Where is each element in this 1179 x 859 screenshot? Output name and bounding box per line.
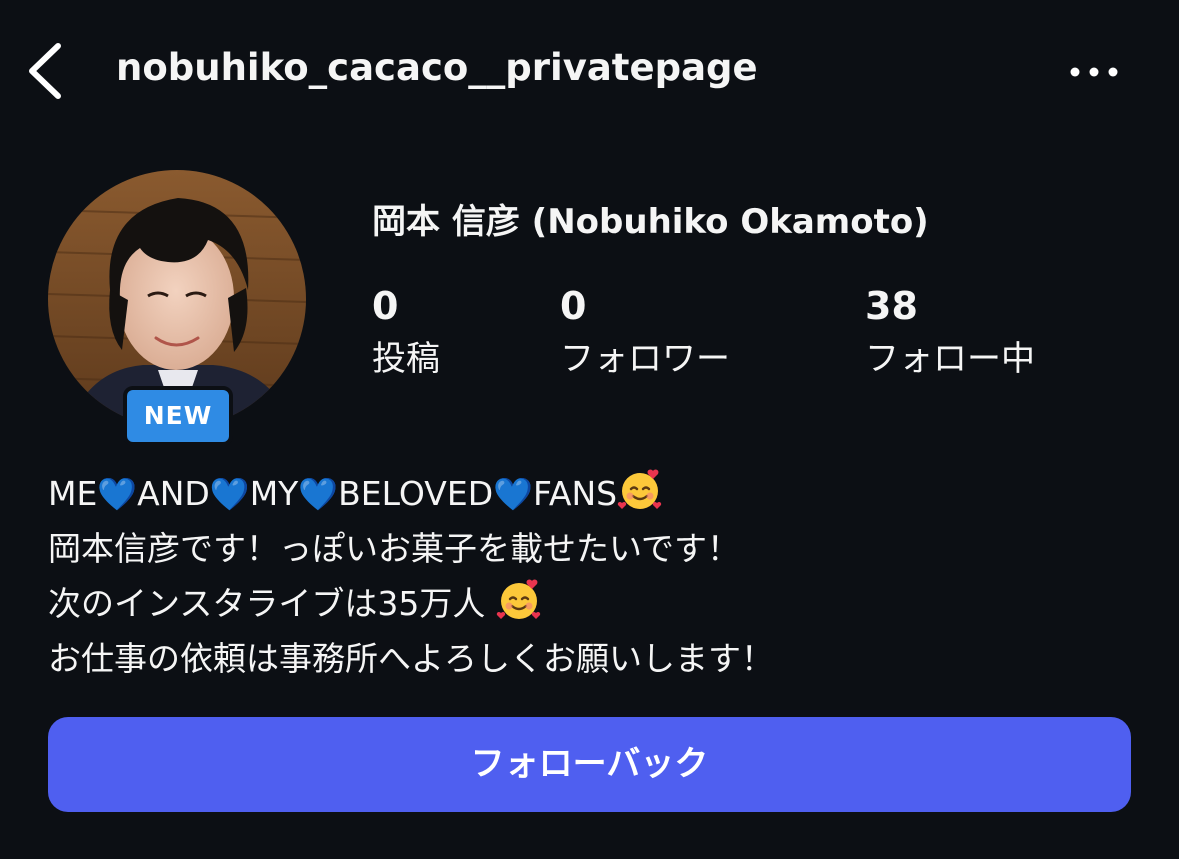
stat-posts[interactable]: 0 投稿 [372,282,440,388]
blue-heart-icon: 💙 [493,475,533,513]
blue-heart-icon: 💙 [298,475,339,513]
stat-following-label: フォロー中 [865,339,1035,379]
profile-username: nobuhiko_cacaco__privatepage [116,46,758,89]
smiling-face-with-hearts-icon [617,469,662,509]
stat-posts-label: 投稿 [372,339,440,379]
bio-word: MY [249,474,299,513]
stat-followers-count: 0 [560,284,587,328]
smiling-face-with-hearts-icon [496,579,541,619]
bio-line-3-text: 次のインスタライブは35万人 [48,584,496,623]
more-horizontal-icon [1070,67,1118,77]
blue-heart-icon: 💙 [97,475,138,513]
stat-followers-label: フォロワー [560,339,730,379]
new-badge: NEW [123,386,233,446]
stat-posts-count: 0 [372,284,399,328]
bio-line-1: ME💙AND💙MY💙BELOVED💙FANS [48,466,774,521]
chevron-left-icon [29,43,61,99]
bio: ME💙AND💙MY💙BELOVED💙FANS 岡本信彦です！っぽいお菓子を載せた… [48,466,774,686]
more-options-button[interactable] [1062,52,1126,92]
stat-followers[interactable]: 0 フォロワー [560,282,730,388]
bio-line-2: 岡本信彦です！っぽいお菓子を載せたいです！ [48,529,741,568]
bio-line-3: 次のインスタライブは35万人 [48,576,774,631]
follow-back-button[interactable]: フォローバック [48,717,1131,812]
bio-word: AND [137,474,210,513]
profile-full-name: 岡本 信彦 (Nobuhiko Okamoto) [372,202,929,242]
bio-line-4: お仕事の依頼は事務所へよろしくお願いします！ [48,639,774,678]
bio-word: ME [48,474,98,513]
stat-following-count: 38 [865,284,918,328]
stat-following[interactable]: 38 フォロー中 [865,282,1035,388]
blue-heart-icon: 💙 [209,475,250,513]
top-bar: nobuhiko_cacaco__privatepage [0,0,1179,145]
bio-word: FANS [532,474,618,513]
back-button[interactable] [22,40,72,102]
bio-word: BELOVED [338,474,494,513]
